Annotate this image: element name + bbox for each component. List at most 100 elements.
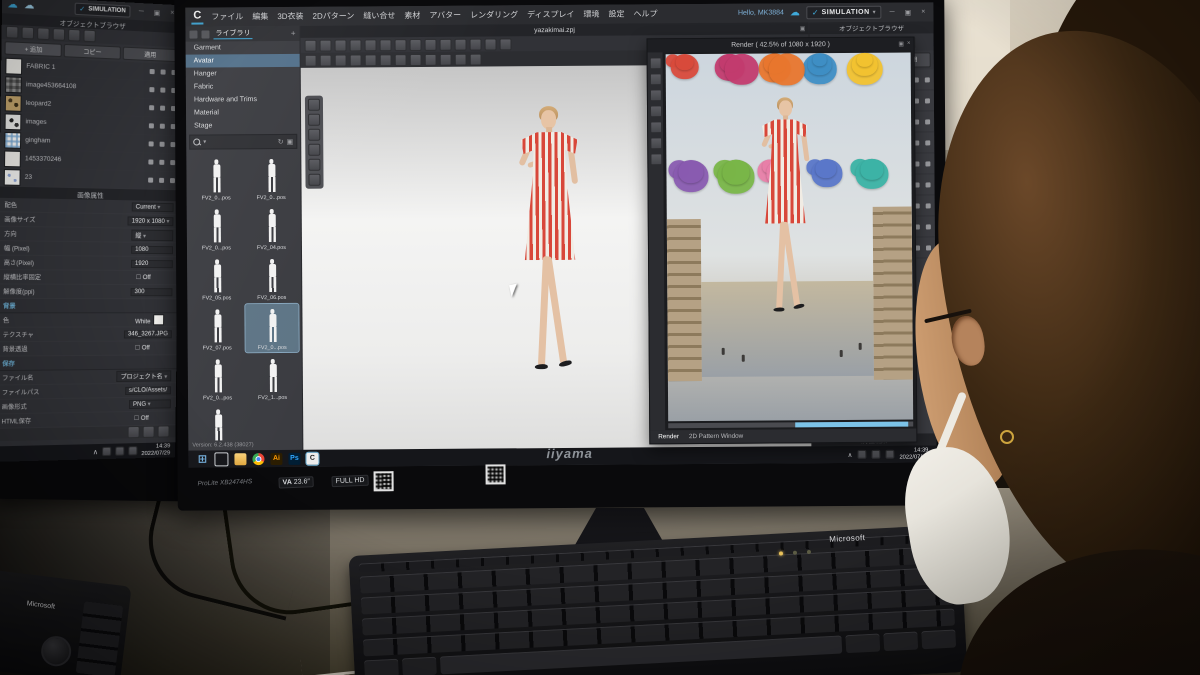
setting-value[interactable]: 1920 x 1080	[128, 216, 174, 226]
fabric-action-icon[interactable]	[925, 77, 930, 82]
pose-thumbnail[interactable]: FV2_0...pos	[244, 154, 297, 202]
setting-value[interactable]: PNG	[129, 399, 171, 409]
fabric-action-icon[interactable]	[149, 141, 154, 146]
setting-value[interactable]: s/CLO/Assets/	[125, 386, 171, 395]
simulation-button[interactable]: ✓ SIMULATION ▾	[806, 6, 882, 20]
render-tab[interactable]: Render	[658, 433, 679, 440]
pose-thumbnail[interactable]: FV2_1...pos	[191, 404, 244, 440]
minimize-button[interactable]: ─	[888, 9, 897, 16]
setting-value[interactable]: Off	[131, 414, 171, 422]
toolbar-icon[interactable]	[440, 53, 452, 65]
setting-value[interactable]: 1080	[131, 245, 173, 253]
toolbar-icon[interactable]	[335, 54, 347, 66]
setting-value[interactable]: 縦	[131, 230, 173, 242]
menu-item[interactable]: ヘルプ	[633, 8, 657, 19]
illustrator-icon[interactable]: Ai	[270, 452, 282, 464]
toolbar-icon[interactable]	[649, 57, 661, 69]
pose-thumbnail[interactable]: FV2_04.pos	[245, 204, 298, 252]
simulation-button[interactable]: ✓ SIMULATION	[74, 2, 131, 17]
document-tab[interactable]: yazakimai.zpj	[534, 26, 575, 33]
toolbar-icon[interactable]	[455, 53, 467, 65]
render-window-titlebar[interactable]: Render ( 42.5% of 1080 x 1920 ) ▣ ×	[648, 38, 914, 53]
view-grid-icon[interactable]: ▣	[287, 137, 294, 145]
chrome-icon[interactable]	[252, 453, 264, 465]
pose-thumbnail[interactable]: FV2_06.pos	[245, 254, 298, 302]
start-button[interactable]: ⊞	[196, 453, 208, 465]
cloud-icon[interactable]: ☁	[790, 8, 800, 18]
pose-thumbnail[interactable]: FV2_05.pos	[190, 254, 243, 302]
tray-expand-icon[interactable]: ∧	[93, 448, 98, 456]
toolbar-icon[interactable]	[157, 425, 169, 437]
toolbar-icon[interactable]	[308, 129, 320, 141]
account-greeting[interactable]: Hello, MK3884	[738, 9, 784, 16]
fabric-action-icon[interactable]	[926, 245, 931, 250]
tray-expand-icon[interactable]: ∧	[848, 450, 853, 458]
setting-value[interactable]: プロジェクト名	[117, 370, 172, 382]
setting-value[interactable]: Off	[132, 344, 172, 351]
tray-icon[interactable]	[871, 450, 880, 459]
fabric-action-icon[interactable]	[926, 224, 931, 229]
toolbar-icon[interactable]	[470, 38, 482, 50]
setting-value[interactable]: 300	[131, 288, 173, 296]
scrollbar-thumb[interactable]	[796, 422, 909, 428]
toolbar-icon[interactable]	[335, 39, 347, 51]
pose-thumbnail[interactable]: FV2_07.pos	[190, 304, 243, 352]
toolbar-icon[interactable]	[37, 27, 50, 40]
menu-item[interactable]: 縫い合せ	[363, 10, 395, 21]
fabric-action-icon[interactable]	[925, 98, 930, 103]
fabric-action-icon[interactable]	[926, 182, 931, 187]
avatar-3d[interactable]	[493, 106, 605, 407]
menu-item[interactable]: 環境	[583, 9, 599, 20]
add-button[interactable]: + 追加	[4, 41, 62, 57]
fabric-action-icon[interactable]	[160, 142, 165, 147]
menu-item[interactable]: 3D衣装	[277, 11, 303, 22]
toolbar-icon[interactable]	[410, 53, 422, 65]
setting-value[interactable]: Off	[133, 274, 173, 281]
toolbar-icon[interactable]	[649, 73, 661, 85]
tray-icon[interactable]	[102, 447, 111, 456]
toolbar-icon[interactable]	[425, 53, 437, 65]
tray-icon[interactable]	[857, 450, 866, 459]
setting-value[interactable]: White	[132, 314, 172, 325]
toolbar-icon[interactable]	[53, 28, 66, 41]
refresh-icon[interactable]: ↻	[278, 137, 284, 145]
library-category[interactable]: Garment	[186, 41, 300, 55]
toolbar-icon[interactable]	[308, 114, 320, 126]
pose-thumbnail[interactable]: FV2_1...pos	[246, 354, 299, 402]
apply-button[interactable]: 適用	[122, 47, 177, 63]
toolbar-icon[interactable]	[440, 38, 452, 50]
pose-thumbnail[interactable]: FV2_0...pos	[245, 304, 298, 352]
toolbar-icon[interactable]	[470, 53, 482, 65]
task-view-button[interactable]	[214, 452, 228, 466]
fabric-action-icon[interactable]	[926, 203, 931, 208]
maximize-button[interactable]: ▣	[152, 8, 163, 17]
toolbar-icon[interactable]	[305, 54, 317, 66]
fabric-action-icon[interactable]	[149, 123, 154, 128]
toolbar-icon[interactable]	[650, 137, 662, 149]
menu-item[interactable]: ファイル	[211, 11, 243, 22]
menu-item[interactable]: ディスプレイ	[527, 9, 575, 20]
copy-button[interactable]: コピー	[64, 44, 121, 60]
toolbar-icon[interactable]	[308, 144, 320, 156]
pose-thumbnail[interactable]: FV2_0...pos	[189, 154, 242, 202]
setting-value[interactable]: Current	[132, 202, 174, 212]
fabric-action-icon[interactable]	[149, 105, 154, 110]
toolbar-icon[interactable]	[320, 54, 332, 66]
cloud-icon[interactable]: ☁	[7, 0, 18, 10]
fabric-action-icon[interactable]	[148, 159, 153, 164]
render-tab[interactable]: 2D Pattern Window	[689, 433, 743, 440]
fabric-action-icon[interactable]	[148, 178, 153, 183]
toolbar-icon[interactable]	[455, 38, 467, 50]
toolbar-icon[interactable]	[410, 38, 422, 50]
fabric-action-icon[interactable]	[925, 140, 930, 145]
add-tab-icon[interactable]: +	[291, 29, 296, 38]
toolbar-icon[interactable]	[395, 39, 407, 51]
tray-icon[interactable]	[885, 450, 894, 459]
setting-value[interactable]: 1920	[131, 259, 173, 267]
menu-item[interactable]: レンダリング	[470, 9, 518, 20]
menu-item[interactable]: 設定	[608, 9, 624, 20]
toolbar-icon[interactable]	[380, 39, 392, 51]
toolbar-icon[interactable]	[500, 38, 512, 50]
menu-item[interactable]: アバター	[429, 10, 461, 21]
render-scrollbar[interactable]	[668, 422, 913, 429]
